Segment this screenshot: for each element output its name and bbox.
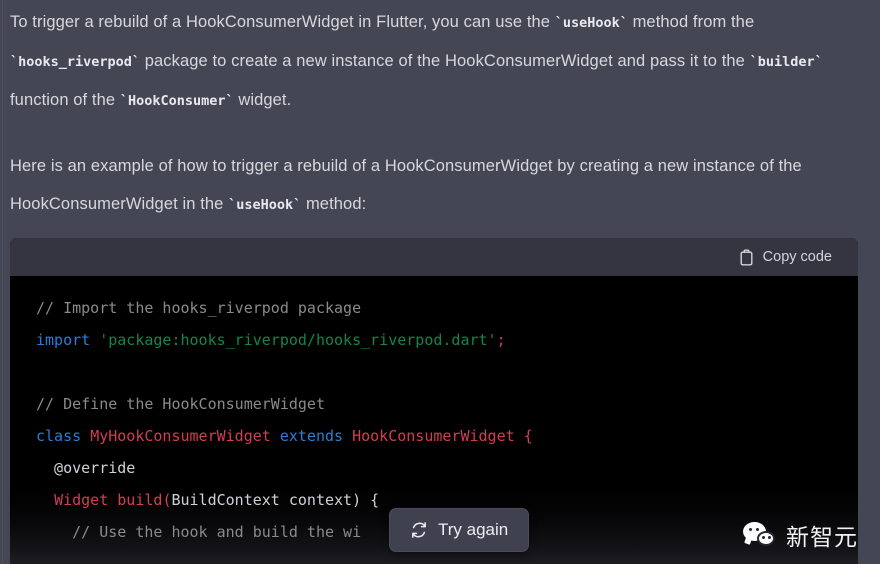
paragraph-2: Here is an example of how to trigger a r… <box>10 120 858 224</box>
assistant-message: To trigger a rebuild of a HookConsumerWi… <box>0 0 880 564</box>
code-line: @override <box>10 452 858 484</box>
code-token: { <box>523 427 533 445</box>
try-again-label: Try again <box>438 520 509 539</box>
inline-code-usehook: `useHook` <box>554 15 628 31</box>
paragraph-1-text-5: widget. <box>233 91 292 109</box>
code-token: extends <box>279 427 344 445</box>
code-token: // Define the HookConsumerWidget <box>36 395 325 413</box>
code-token: MyHookConsumerWidget <box>90 427 271 445</box>
code-token: import <box>36 331 91 349</box>
paragraph-1-text-1: To trigger a rebuild of a HookConsumerWi… <box>10 13 555 31</box>
code-token: // Use the hook and build the wi <box>36 523 362 541</box>
code-token: 'package:hooks_riverpod/hooks_riverpod.d… <box>99 331 497 349</box>
copy-code-label: Copy code <box>762 249 832 265</box>
code-line: class MyHookConsumerWidget extends HookC… <box>10 420 858 452</box>
code-line: import 'package:hooks_riverpod/hooks_riv… <box>10 324 858 356</box>
paragraph-1-text-4: function of the <box>10 91 120 109</box>
inline-code-usehook-2: `useHook` <box>228 197 302 213</box>
code-token: Widget <box>54 491 109 509</box>
message-prose: To trigger a rebuild of a HookConsumerWi… <box>0 0 880 224</box>
clipboard-icon <box>739 249 754 266</box>
refresh-icon <box>410 521 428 539</box>
paragraph-2-text-2: method: <box>301 195 367 213</box>
code-token: // Import the hooks_riverpod package <box>36 299 362 317</box>
code-block-header: Copy code <box>10 238 858 276</box>
paragraph-2-text-1: Here is an example of how to trigger a r… <box>10 157 802 213</box>
inline-code-builder: `builder` <box>749 54 823 70</box>
code-token: BuildContext context) { <box>171 491 380 509</box>
code-token: build <box>117 491 163 509</box>
paragraph-1-text-2: method from the <box>627 13 755 31</box>
paragraph-1: To trigger a rebuild of a HookConsumerWi… <box>10 0 858 120</box>
inline-code-hooks-riverpod: `hooks_riverpod` <box>10 54 141 70</box>
paragraph-1-text-3: package to create a new instance of the … <box>140 52 750 70</box>
code-token: HookConsumerWidget <box>352 427 515 445</box>
code-line: // Define the HookConsumerWidget <box>10 388 858 420</box>
code-token: class <box>36 427 82 445</box>
code-token: @override <box>36 459 136 477</box>
code-line: // Import the hooks_riverpod package <box>10 292 858 324</box>
copy-code-button[interactable]: Copy code <box>739 249 832 266</box>
try-again-button[interactable]: Try again <box>389 508 530 552</box>
inline-code-hookconsumer: `HookConsumer` <box>119 93 234 109</box>
code-token: ; <box>496 331 506 349</box>
